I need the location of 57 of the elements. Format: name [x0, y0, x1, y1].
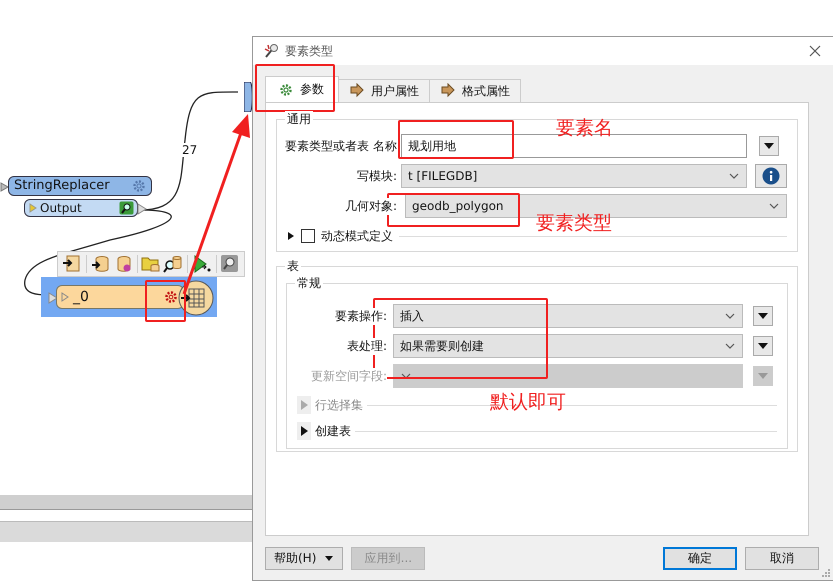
section-label: 创建表 [315, 422, 351, 440]
play-icon [29, 203, 37, 213]
group-title: 表 [285, 258, 301, 274]
dropdown[interactable]: t [FILEGDB] [401, 164, 747, 188]
button[interactable]: 帮助(H) [265, 546, 344, 570]
field-label: 几何对象: [344, 198, 397, 214]
dropdown[interactable]: 如果需要则创建 [393, 334, 743, 358]
menu-button[interactable] [753, 306, 773, 326]
menu-button[interactable] [759, 136, 779, 156]
info-button[interactable] [755, 164, 787, 188]
connection-label: 27 [182, 143, 198, 157]
field-label: 要素类型或者表 名称 [285, 138, 397, 154]
caret-down-icon [757, 311, 769, 321]
group-title: 通用 [285, 111, 313, 127]
arrow-icon [440, 83, 456, 99]
play-icon [61, 292, 69, 302]
caret-down-icon [324, 554, 334, 562]
settings-icon [278, 82, 294, 98]
gear-icon[interactable] [163, 289, 179, 305]
group-title: 常规 [295, 275, 323, 291]
inspect-icon[interactable] [220, 254, 240, 274]
button[interactable]: 确定 [663, 546, 737, 570]
input-port-icon [48, 292, 58, 304]
dropdown[interactable]: 插入 [393, 304, 743, 328]
highlight-box [145, 280, 186, 322]
checkbox[interactable] [301, 229, 315, 243]
add-reader-icon[interactable] [62, 254, 82, 274]
checkbox-label: 动态模式定义 [321, 228, 393, 244]
database-arrow-icon[interactable] [90, 254, 110, 274]
field-label: 更新空间字段: [310, 368, 387, 384]
node-edge-icon [244, 82, 254, 112]
caret-down-icon [757, 371, 769, 381]
section-label: 行选择集 [315, 396, 363, 414]
menu-button[interactable] [753, 336, 773, 356]
annotation-text: 默认即可 [490, 391, 566, 413]
writer-node[interactable]: _0 [56, 285, 184, 309]
field-label: 写模块: [356, 168, 397, 184]
expand-icon[interactable] [297, 422, 311, 440]
tab[interactable]: 参数 [265, 76, 339, 102]
expand-icon[interactable] [287, 231, 295, 241]
window-title: 要素类型 [285, 42, 334, 60]
transformer-node[interactable]: StringReplacer [8, 176, 152, 196]
output-port[interactable]: Output [24, 199, 138, 217]
run-icon[interactable] [192, 254, 212, 274]
button[interactable]: 取消 [745, 546, 819, 570]
info-icon [762, 167, 780, 185]
table-icon [178, 280, 214, 316]
close-icon[interactable] [809, 45, 821, 57]
caret-down-icon [763, 141, 775, 151]
arrow-icon [349, 83, 365, 99]
field-label: 表处理: [346, 338, 387, 354]
tab[interactable]: 格式属性 [429, 79, 521, 102]
caret-down-icon [757, 341, 769, 351]
inspect-icon[interactable] [119, 201, 134, 215]
magnifier-database-icon[interactable] [163, 254, 183, 274]
resize-grip-icon [821, 568, 831, 578]
field-label: 要素操作: [334, 308, 387, 324]
